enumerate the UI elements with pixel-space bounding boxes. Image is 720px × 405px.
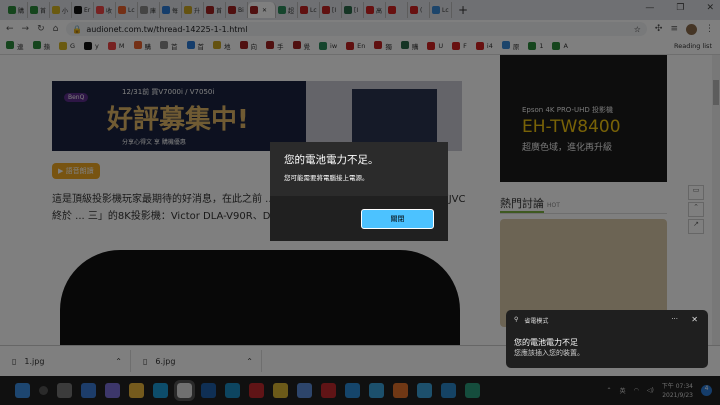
battery-toast[interactable]: ⚲ 省電模式 ··· ✕ 您的電池電力不足 您應該插入您的裝置。	[506, 310, 708, 368]
dialog-title: 您的電池電力不足。	[284, 154, 379, 166]
toast-app: 省電模式	[524, 318, 549, 325]
battery-dialog: 您的電池電力不足。 您可能需要將電腦接上電源。 關閉	[270, 142, 448, 241]
battery-saver-icon: ⚲	[514, 316, 519, 323]
close-icon[interactable]: ✕	[691, 315, 698, 324]
toast-line1: 您的電池電力不足	[514, 338, 578, 347]
more-button[interactable]: ···	[671, 315, 678, 323]
toast-line2: 您應該插入您的裝置。	[514, 349, 584, 357]
close-button[interactable]: 關閉	[361, 209, 434, 229]
dialog-message: 您可能需要將電腦接上電源。	[284, 174, 369, 182]
